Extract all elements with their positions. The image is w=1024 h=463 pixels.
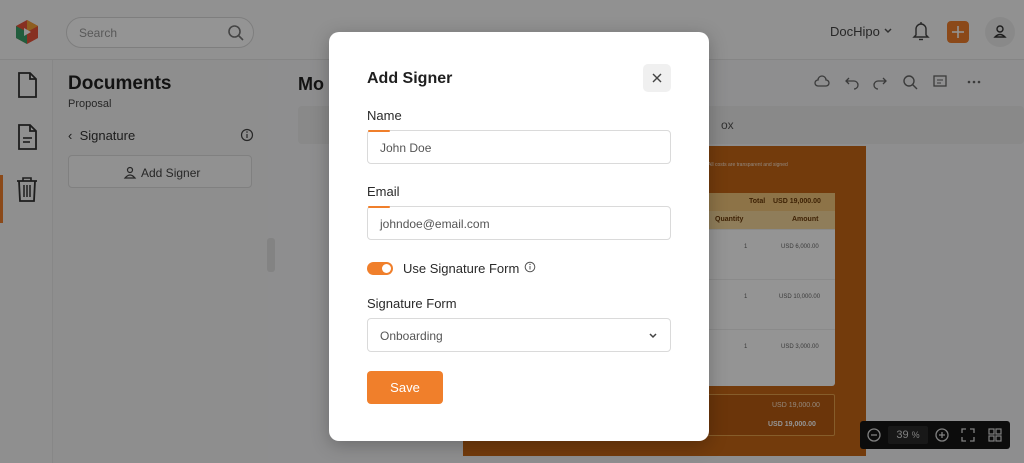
save-button[interactable]: Save: [367, 371, 443, 404]
name-input[interactable]: John Doe: [380, 141, 431, 155]
signature-form-value: Onboarding: [380, 329, 443, 343]
field-focus-accent: [368, 130, 390, 132]
use-signature-form-toggle[interactable]: [367, 262, 393, 275]
signature-form-label: Signature Form: [367, 296, 457, 311]
chevron-down-icon: [649, 333, 657, 339]
info-icon[interactable]: [524, 261, 536, 273]
add-signer-dialog: Add Signer Name John Doe Email johndoe@e…: [329, 32, 709, 441]
name-field[interactable]: John Doe: [367, 130, 671, 164]
close-icon: [652, 73, 662, 83]
email-label: Email: [367, 184, 400, 199]
name-label: Name: [367, 108, 402, 123]
email-input[interactable]: johndoe@email.com: [380, 217, 490, 231]
email-field[interactable]: johndoe@email.com: [367, 206, 671, 240]
dialog-title: Add Signer: [367, 70, 453, 87]
field-focus-accent: [368, 206, 390, 208]
close-button[interactable]: [643, 64, 671, 92]
signature-form-select[interactable]: Onboarding: [367, 318, 671, 352]
toggle-knob: [382, 264, 391, 273]
toggle-label: Use Signature Form: [403, 261, 520, 276]
